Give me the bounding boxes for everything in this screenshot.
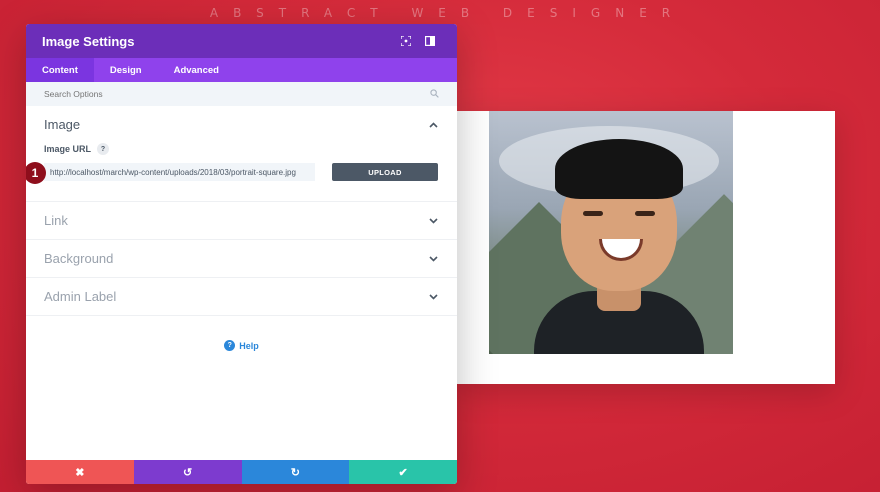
search-input[interactable] [44, 89, 430, 99]
portrait-image [489, 111, 733, 354]
section-background-title: Background [44, 251, 114, 266]
section-image: Image Image URL ? 1 http://localhost/mar… [26, 106, 457, 202]
save-button[interactable]: ✔ [349, 460, 457, 484]
image-preview-card [455, 111, 835, 384]
section-link: Link [26, 202, 457, 240]
tab-content[interactable]: Content [26, 58, 94, 82]
close-icon: ✖ [75, 466, 85, 479]
tab-design[interactable]: Design [94, 58, 158, 82]
help-label: Help [239, 340, 259, 351]
section-image-title: Image [44, 117, 81, 132]
checkmark-icon: ✔ [398, 466, 408, 479]
help-question-icon[interactable]: ? [97, 143, 110, 155]
modal-footer: ✖ ↺ ↻ ✔ [26, 460, 457, 484]
section-admin-label-title: Admin Label [44, 289, 117, 304]
image-url-label: Image URL ? [26, 143, 457, 155]
section-background-header[interactable]: Background [26, 240, 457, 277]
image-url-row: 1 http://localhost/march/wp-content/uplo… [26, 155, 457, 201]
cancel-button[interactable]: ✖ [26, 460, 134, 484]
image-url-label-text: Image URL [44, 144, 92, 154]
brand-title: ABSTRACT WEB DESIGNER [209, 6, 686, 20]
settings-tabs: Content Design Advanced [26, 58, 457, 82]
image-settings-modal: Image Settings Content Design Advanced I… [26, 24, 457, 484]
section-background: Background [26, 240, 457, 278]
tab-advanced[interactable]: Advanced [158, 58, 235, 82]
undo-icon: ↺ [183, 466, 193, 479]
section-link-title: Link [44, 213, 68, 228]
undo-button[interactable]: ↺ [133, 460, 242, 484]
chevron-up-icon[interactable] [427, 119, 439, 131]
sidebar-layout-icon[interactable] [419, 30, 441, 52]
redo-icon: ↻ [290, 466, 300, 479]
modal-header: Image Settings [26, 24, 457, 58]
help-link[interactable]: ? Help [26, 340, 457, 351]
upload-button[interactable]: UPLOAD [332, 163, 438, 181]
section-admin-label-header[interactable]: Admin Label [26, 278, 457, 315]
step-number-badge: 1 [26, 162, 46, 184]
chevron-down-icon[interactable] [427, 291, 439, 303]
section-link-header[interactable]: Link [26, 202, 457, 239]
section-admin-label: Admin Label [26, 278, 457, 316]
focus-icon[interactable] [395, 30, 417, 52]
chevron-down-icon[interactable] [427, 215, 439, 227]
redo-button[interactable]: ↻ [241, 460, 350, 484]
modal-title: Image Settings [42, 33, 135, 49]
help-circle-icon: ? [224, 340, 236, 351]
chevron-down-icon[interactable] [427, 253, 439, 265]
image-url-field[interactable]: http://localhost/march/wp-content/upload… [44, 163, 315, 181]
section-image-header[interactable]: Image [26, 106, 457, 143]
search-bar [26, 82, 457, 106]
search-icon[interactable] [430, 85, 439, 103]
